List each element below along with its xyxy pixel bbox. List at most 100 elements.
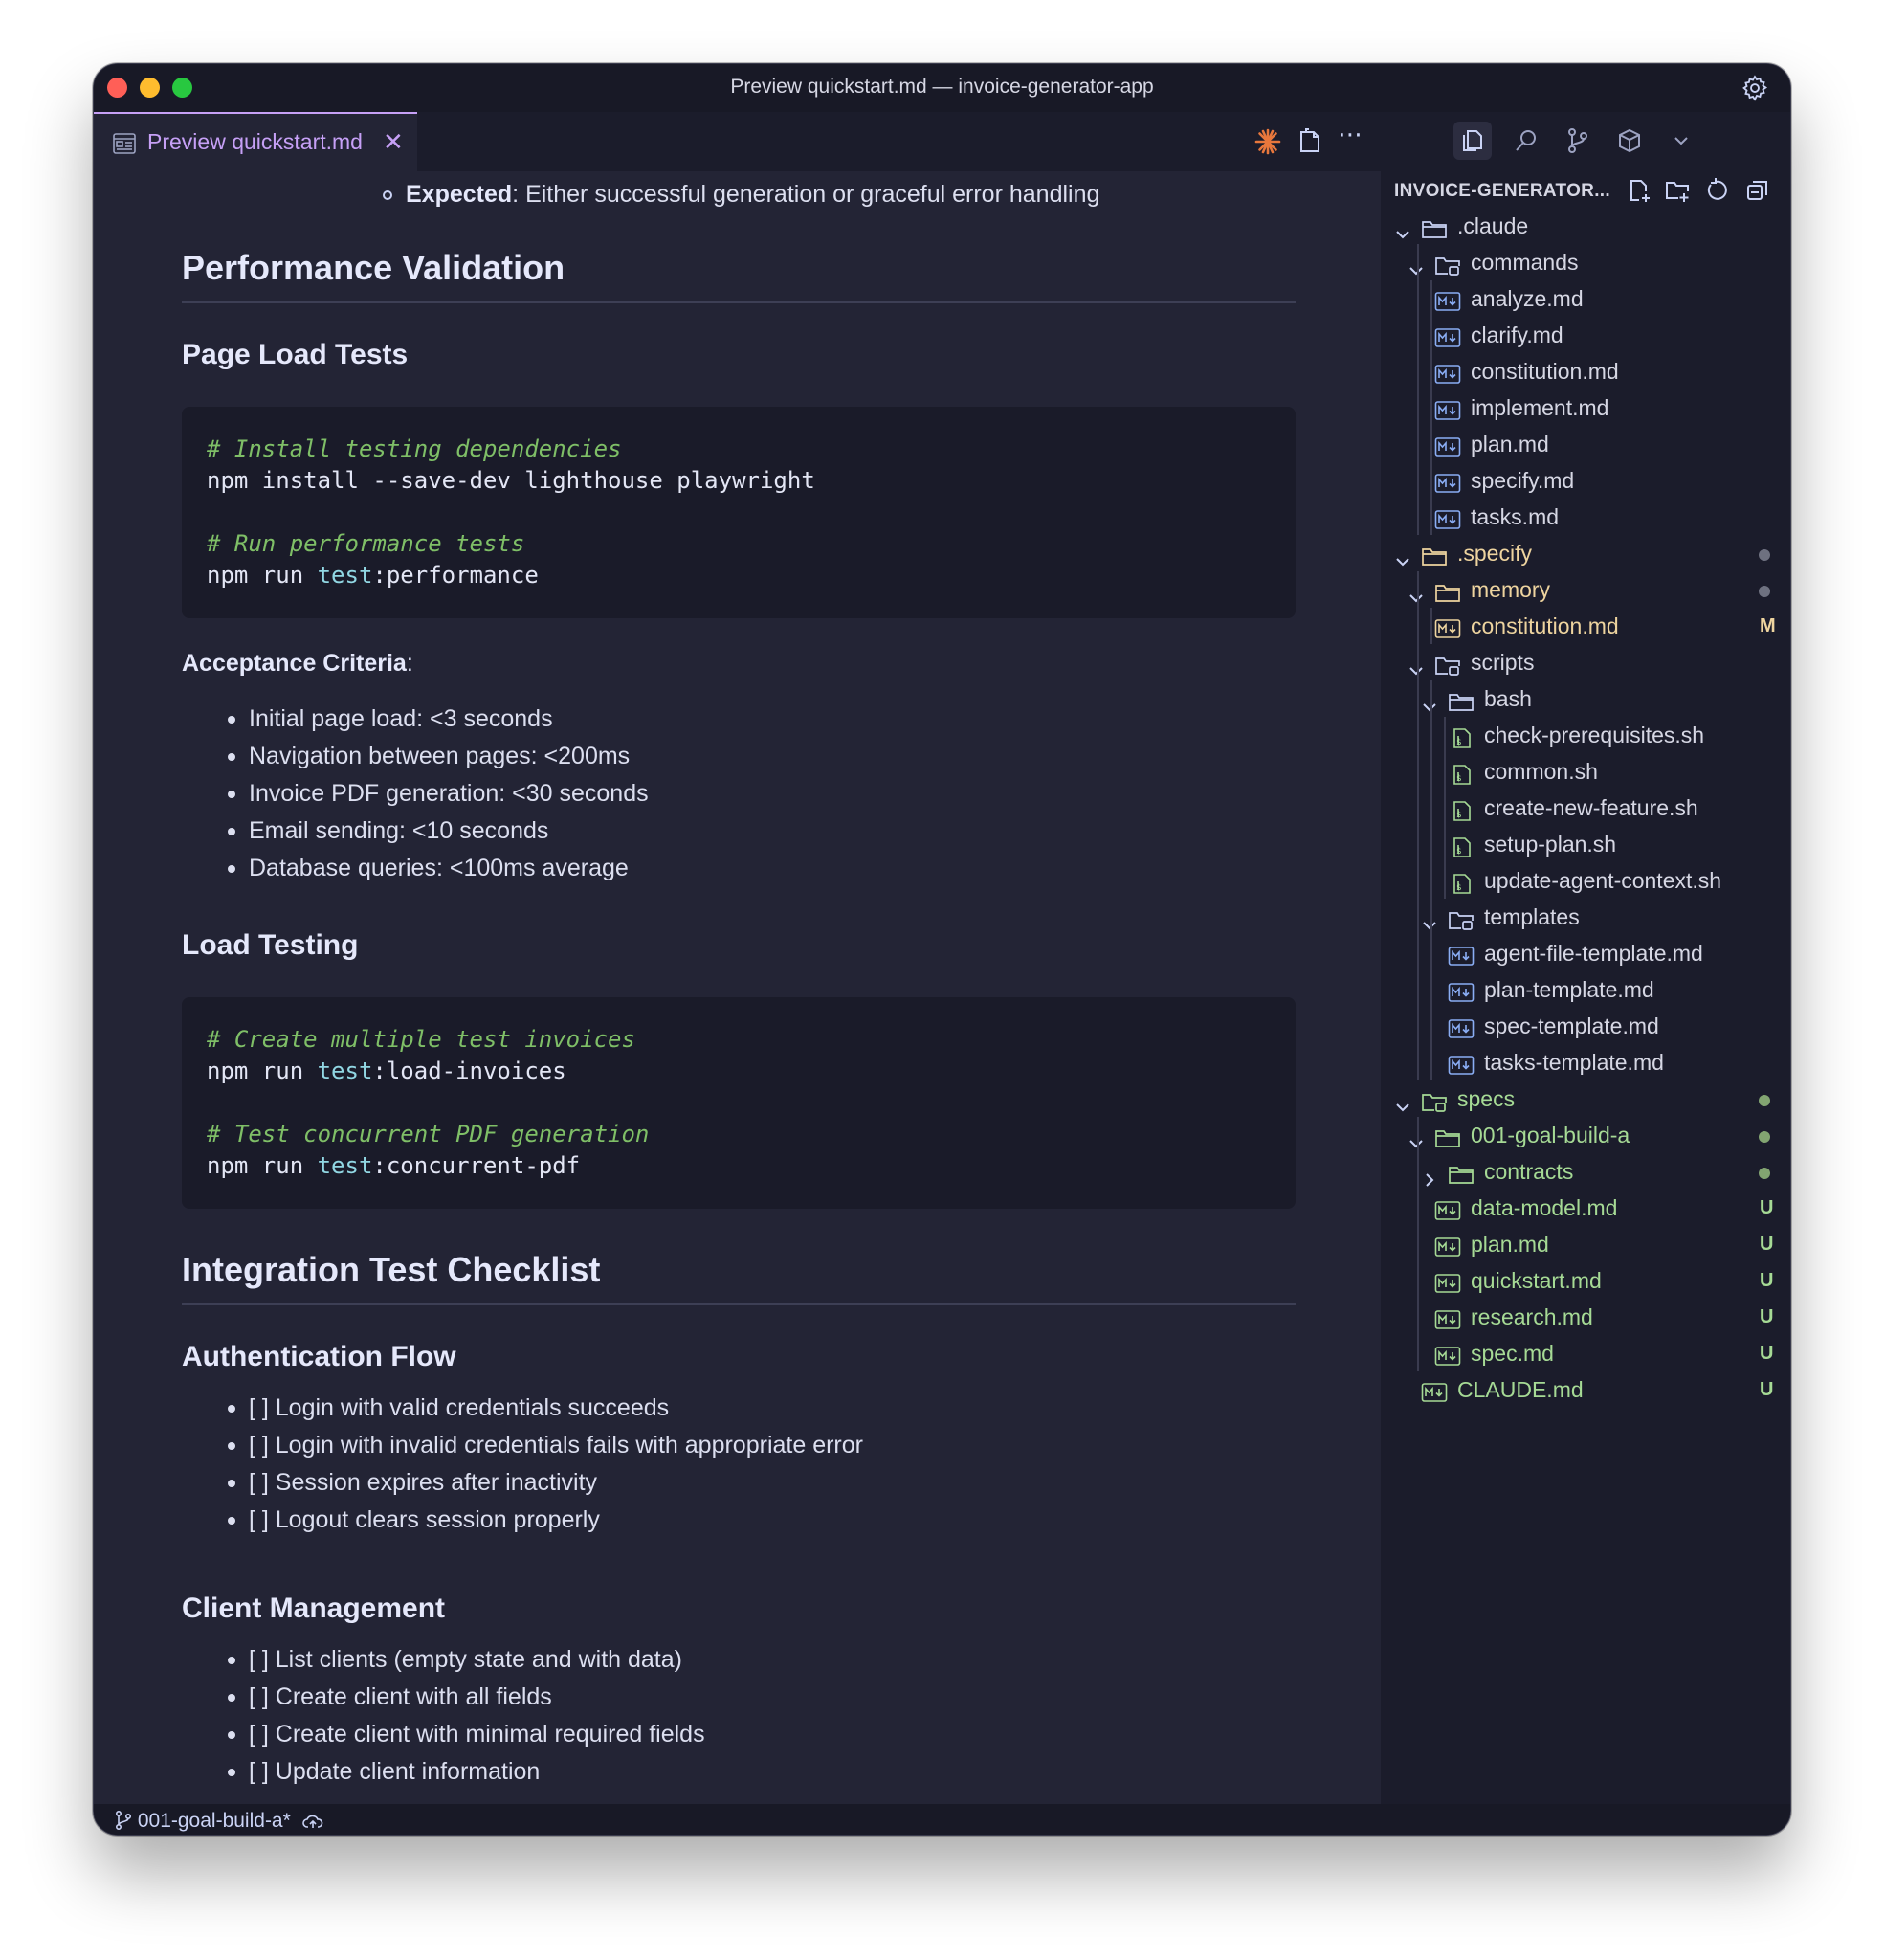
chevron-down-icon[interactable] (1408, 581, 1425, 603)
tree-file[interactable]: plan.md (1381, 426, 1790, 462)
list-item: Invoice PDF generation: <30 seconds (228, 775, 649, 813)
tree-file[interactable]: $ update-agent-context.sh (1381, 862, 1790, 899)
tree-file[interactable]: plan.md U (1381, 1226, 1790, 1262)
tree-file[interactable]: tasks-template.md (1381, 1044, 1790, 1080)
tree-folder[interactable]: commands (1381, 244, 1790, 280)
chevron-down-icon[interactable] (1421, 690, 1438, 712)
list-item: Database queries: <100ms average (228, 850, 649, 887)
status-bar: 001-goal-build-a* (94, 1804, 1790, 1835)
tree-file[interactable]: spec.md U (1381, 1335, 1790, 1371)
search-view-button[interactable] (1507, 122, 1545, 160)
chevron-down-icon[interactable] (1394, 217, 1411, 239)
git-status-badge: U (1760, 1379, 1774, 1400)
source-control-view-button[interactable] (1559, 122, 1597, 160)
modified-dot (1759, 1131, 1770, 1143)
markdown-file-icon (1434, 323, 1461, 347)
chevron-down-icon[interactable] (1408, 254, 1425, 276)
tree-folder[interactable]: templates (1381, 899, 1790, 935)
tree-folder[interactable]: bash (1381, 680, 1790, 717)
indent-guide (1430, 608, 1432, 644)
tree-file[interactable]: $ check-prerequisites.sh (1381, 717, 1790, 753)
checklist-item: [ ] Create client with minimal required … (228, 1716, 705, 1753)
tree-file[interactable]: data-model.md U (1381, 1190, 1790, 1226)
chevron-down-icon[interactable] (1421, 908, 1438, 930)
gear-icon[interactable] (1741, 74, 1769, 102)
svg-text:$: $ (1456, 847, 1461, 857)
new-folder-icon[interactable] (1664, 177, 1691, 204)
chevron-right-icon[interactable] (1421, 1163, 1438, 1187)
tab-preview-quickstart[interactable]: Preview quickstart.md ✕ (94, 112, 417, 171)
modified-dot (1759, 549, 1770, 561)
markdown-preview: Expected: Either successful generation o… (94, 171, 1381, 1804)
chevron-down-icon[interactable] (1394, 1090, 1411, 1112)
tree-file[interactable]: implement.md (1381, 390, 1790, 426)
views-dropdown-button[interactable] (1662, 122, 1700, 160)
markdown-file-icon (1448, 1014, 1475, 1038)
extensions-view-button[interactable] (1610, 122, 1649, 160)
markdown-file-icon (1434, 287, 1461, 311)
tree-folder[interactable]: specs (1381, 1080, 1790, 1117)
tree-file[interactable]: constitution.md M (1381, 608, 1790, 644)
folder-icon (1448, 1160, 1475, 1184)
tree-item-label: .claude (1457, 213, 1529, 238)
markdown-file-icon (1434, 1233, 1461, 1257)
checklist-item: [ ] Session expires after inactivity (228, 1464, 863, 1502)
tree-file[interactable]: clarify.md (1381, 317, 1790, 353)
markdown-file-icon (1448, 942, 1475, 966)
tree-file[interactable]: specify.md (1381, 462, 1790, 499)
tree-file[interactable]: quickstart.md U (1381, 1262, 1790, 1299)
tree-file[interactable]: spec-template.md (1381, 1008, 1790, 1044)
open-source-icon[interactable] (1296, 127, 1324, 156)
explorer-title: INVOICE-GENERATOR... (1394, 181, 1610, 201)
tree-file[interactable]: plan-template.md (1381, 971, 1790, 1008)
client-management-checklist: [ ] List clients (empty state and with d… (228, 1641, 705, 1791)
new-file-icon[interactable] (1626, 177, 1652, 204)
tree-file[interactable]: $ common.sh (1381, 753, 1790, 790)
tab-bar: Preview quickstart.md ✕ ⋯ (94, 112, 1381, 171)
tree-file[interactable]: constitution.md (1381, 353, 1790, 390)
tree-file[interactable]: agent-file-template.md (1381, 935, 1790, 971)
git-status-badge: U (1760, 1343, 1774, 1364)
indent-guide (1417, 244, 1419, 535)
shell-file-icon: $ (1448, 760, 1475, 785)
tree-item-label: scripts (1471, 650, 1535, 675)
folder-icon (1434, 1124, 1461, 1147)
tab-close-icon[interactable]: ✕ (383, 127, 404, 157)
chevron-down-icon[interactable] (1408, 654, 1425, 676)
tree-file[interactable]: $ create-new-feature.sh (1381, 790, 1790, 826)
tree-item-label: memory (1471, 577, 1551, 602)
tree-folder[interactable]: scripts (1381, 644, 1790, 680)
folder-icon (1434, 251, 1461, 276)
source-control-icon (1568, 128, 1587, 153)
tree-file[interactable]: research.md U (1381, 1299, 1790, 1335)
shell-file-icon: $ (1448, 796, 1475, 821)
tree-folder[interactable]: memory (1381, 571, 1790, 608)
git-status-badge: U (1760, 1306, 1774, 1327)
markdown-file-icon (1434, 469, 1461, 493)
chevron-down-icon[interactable] (1408, 1126, 1425, 1148)
tree-folder[interactable]: contracts (1381, 1153, 1790, 1190)
code-line: npm run test:load-invoices (207, 1058, 566, 1084)
explorer-view-button[interactable] (1453, 122, 1492, 160)
tree-file[interactable]: tasks.md (1381, 499, 1790, 535)
cloud-sync-icon[interactable] (301, 1813, 323, 1830)
collapse-all-icon[interactable] (1744, 177, 1771, 204)
refresh-icon[interactable] (1704, 177, 1731, 204)
tree-file[interactable]: $ setup-plan.sh (1381, 826, 1790, 862)
code-line: npm run test:performance (207, 562, 539, 589)
tree-file[interactable]: CLAUDE.md U (1381, 1371, 1790, 1408)
code-comment: # Create multiple test invoices (207, 1026, 635, 1053)
checklist-item: [ ] Login with valid credentials succeed… (228, 1390, 863, 1427)
heading-authentication-flow: Authentication Flow (182, 1341, 456, 1372)
tree-folder[interactable]: .specify (1381, 535, 1790, 571)
tree-item-label: check-prerequisites.sh (1484, 723, 1705, 747)
tree-folder[interactable]: .claude (1381, 208, 1790, 244)
tree-folder[interactable]: 001-goal-build-a (1381, 1117, 1790, 1153)
tree-file[interactable]: analyze.md (1381, 280, 1790, 317)
chevron-down-icon[interactable] (1394, 545, 1411, 567)
claude-spark-icon[interactable] (1253, 127, 1282, 156)
branch-indicator[interactable]: 001-goal-build-a* (115, 1810, 323, 1833)
authentication-checklist: [ ] Login with valid credentials succeed… (228, 1390, 863, 1539)
more-actions-icon[interactable]: ⋯ (1338, 120, 1366, 148)
acceptance-criteria-list: Initial page load: <3 seconds Navigation… (228, 701, 649, 887)
